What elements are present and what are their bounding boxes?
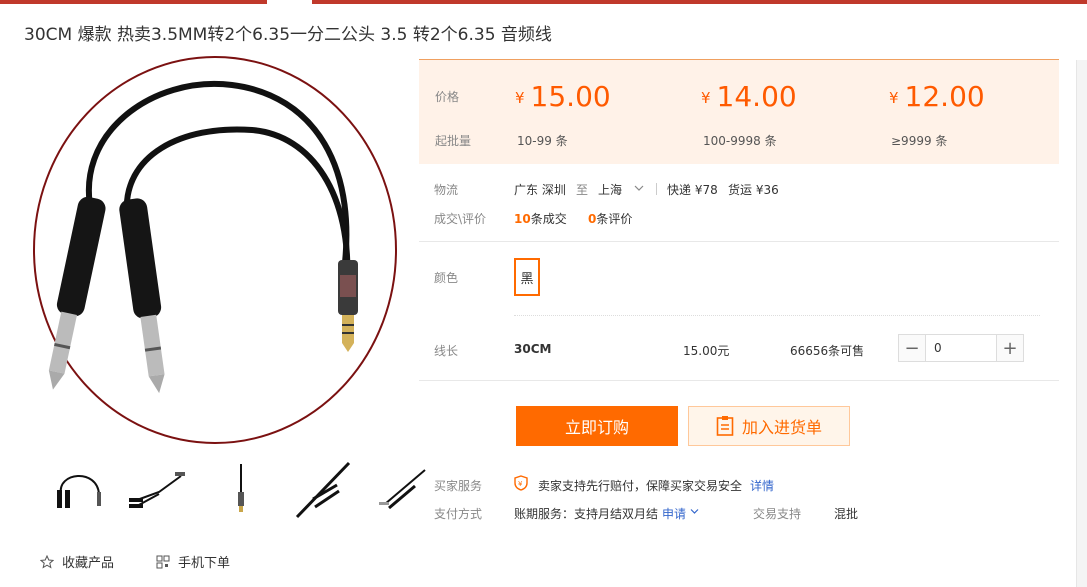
star-icon [40,554,54,569]
thumbnail-3[interactable] [200,456,282,522]
thumbnail-4[interactable] [282,456,364,522]
favorite-label: 收藏产品 [62,556,115,571]
divider [514,315,1040,316]
top-bar-left [0,0,267,4]
main-product-image[interactable] [32,55,398,445]
divider [656,183,657,195]
add-to-cart-label: 加入进货单 [741,418,822,437]
variant-price: 15.00元 [683,344,730,358]
color-option-black[interactable]: 黑 [514,258,540,296]
mobile-order-link[interactable]: 手机下单 [156,552,230,571]
mobile-order-label: 手机下单 [178,556,231,571]
price-box: 价格 起批量 ¥15.00 10-99 条 ¥14.00 100-9998 条 … [419,59,1059,164]
deals-label: 成交\评价 [434,212,487,226]
divider [419,241,1059,242]
logistics-label: 物流 [434,183,459,197]
qty-tier-2: 100-9998 条 [703,134,777,148]
clipboard-icon [716,416,734,436]
quantity-input[interactable]: 0 [925,335,997,361]
chevron-down-icon[interactable] [690,508,699,515]
thumbnail-2[interactable] [118,456,200,522]
price-tier-2: ¥14.00 [701,80,797,113]
trade-support-label: 交易支持 [753,507,802,521]
shield-icon: ¥ [514,475,528,491]
thumbnail-strip [36,456,446,522]
payment-text: 账期服务：支持月结双月结 [514,507,659,521]
qty-tier-1: 10-99 条 [517,134,568,148]
chevron-down-icon[interactable] [634,184,644,192]
ship-to-select[interactable]: 上海 [598,181,622,198]
deal-count: 10条成交 [514,212,567,226]
svg-text:¥: ¥ [518,480,523,488]
add-to-cart-button[interactable]: 加入进货单 [688,406,850,446]
trade-support-value: 混批 [834,507,859,521]
color-label: 颜色 [434,271,459,285]
bottom-links: 收藏产品 手机下单 [40,552,230,571]
qty-tier-3: ≥9999 条 [891,134,948,148]
service-text: 卖家支持先行赔付，保障买家交易安全 [538,479,743,493]
scrollbar[interactable] [1076,60,1087,587]
increment-button[interactable]: + [997,335,1023,361]
payment-label: 支付方式 [434,507,483,521]
top-bar-right [312,0,1087,4]
review-count[interactable]: 0条评价 [588,210,632,227]
price-tier-3: ¥12.00 [889,80,985,113]
decrement-button[interactable]: − [899,335,925,361]
thumbnail-1[interactable] [36,456,118,522]
service-detail-link[interactable]: 详情 [750,477,774,494]
divider [419,380,1059,381]
freight-fee: 货运 ¥36 [728,183,779,197]
quantity-stepper: − 0 + [898,334,1024,362]
price-label: 价格 [435,90,460,104]
apply-link[interactable]: 申请 [662,505,686,522]
ship-to-word: 至 [576,183,589,197]
order-now-button[interactable]: 立即订购 [516,406,678,446]
price-tier-1: ¥15.00 [515,80,611,113]
service-label: 买家服务 [434,479,483,493]
ship-from: 广东 深圳 [514,183,566,197]
variant-name: 30CM [514,342,552,356]
min-order-label: 起批量 [435,134,472,148]
qr-code-icon [156,555,170,568]
express-fee: 快递 ¥78 [667,183,718,197]
length-label: 线长 [434,344,459,358]
product-title: 30CM 爆款 热卖3.5MM转2个6.35一分二公头 3.5 转2个6.35 … [24,25,552,45]
variant-stock: 66656条可售 [790,344,865,358]
favorite-link[interactable]: 收藏产品 [40,552,114,571]
